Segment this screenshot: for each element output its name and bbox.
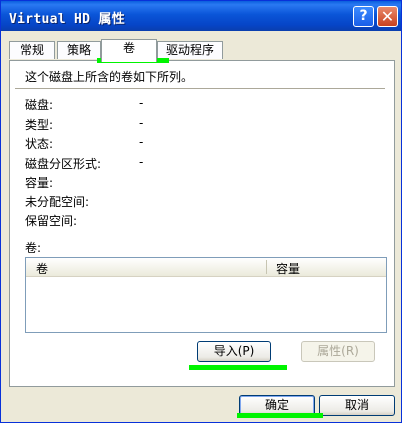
column-header-capacity[interactable]: 容量 xyxy=(276,260,300,277)
volumes-label: 卷: xyxy=(25,241,42,255)
tab-volumes[interactable]: 卷 xyxy=(101,39,157,62)
volumes-list[interactable]: 卷 容量 xyxy=(25,257,387,333)
highlight-mark xyxy=(237,413,323,418)
separator xyxy=(15,88,385,89)
partition-style-value: - xyxy=(139,155,144,169)
column-header-volume[interactable]: 卷 xyxy=(36,260,48,277)
volumes-list-header: 卷 容量 xyxy=(26,258,386,277)
type-value: - xyxy=(139,116,144,130)
highlight-mark xyxy=(189,365,287,370)
close-button[interactable]: ✕ xyxy=(377,6,398,27)
disk-label: 磁盘: xyxy=(25,98,54,112)
tab-general[interactable]: 常规 xyxy=(9,41,55,59)
tab-driver[interactable]: 驱动程序 xyxy=(157,41,223,59)
import-button[interactable]: 导入(P) xyxy=(197,341,271,362)
redacted-area xyxy=(101,171,355,253)
cancel-button[interactable]: 取消 xyxy=(319,395,395,416)
description-text: 这个磁盘上所含的卷如下所列。 xyxy=(25,70,194,84)
status-value: - xyxy=(139,135,144,149)
tab-policies[interactable]: 策略 xyxy=(57,41,101,59)
question-icon: ? xyxy=(359,8,368,24)
partition-style-label: 磁盘分区形式: xyxy=(25,157,102,171)
reserved-space-label: 保留空间: xyxy=(25,214,78,228)
type-label: 类型: xyxy=(25,118,54,132)
help-button[interactable]: ? xyxy=(353,6,374,27)
unallocated-space-label: 未分配空间: xyxy=(25,195,90,209)
close-icon: ✕ xyxy=(380,7,395,26)
window-title: Virtual HD 属性 xyxy=(9,12,125,27)
properties-button[interactable]: 属性(R) xyxy=(301,341,375,362)
disk-value: - xyxy=(139,96,144,110)
properties-dialog: Virtual HD 属性 ? ✕ 常规 策略 卷 驱动程序 这个磁盘上所含的卷… xyxy=(0,0,402,423)
capacity-label: 容量: xyxy=(25,176,54,190)
column-divider[interactable] xyxy=(266,260,267,274)
status-label: 状态: xyxy=(25,137,54,151)
title-bar[interactable]: Virtual HD 属性 ? ✕ xyxy=(1,1,401,31)
